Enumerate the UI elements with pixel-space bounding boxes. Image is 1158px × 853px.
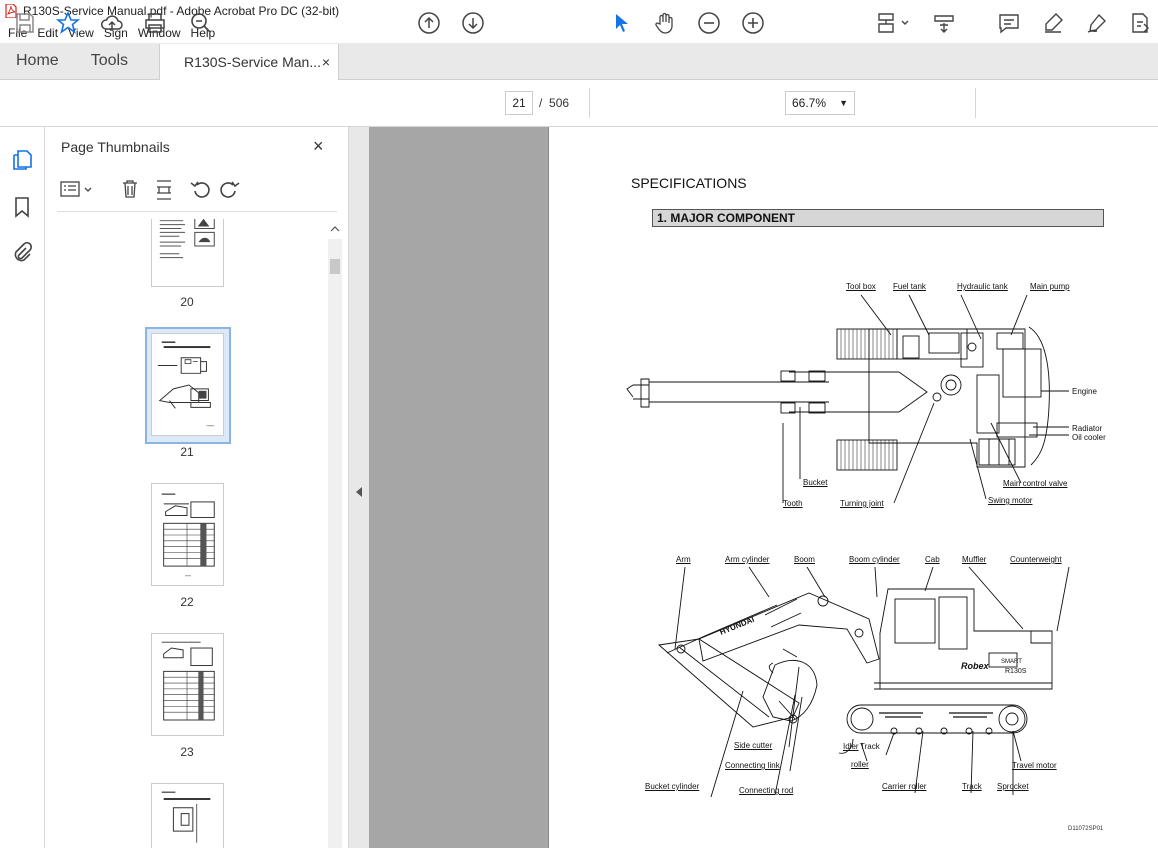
thumbnail-page-22[interactable] — [151, 483, 224, 586]
close-tab-icon[interactable]: × — [322, 54, 330, 70]
label-side-cutter: Side cutter — [734, 741, 773, 750]
menu-edit[interactable]: Edit — [37, 26, 58, 40]
label-boom-cylinder: Boom cylinder — [849, 555, 900, 564]
label-arm: Arm — [676, 555, 691, 564]
top-view-drawing — [626, 294, 1069, 504]
label-idler: Idler — [843, 742, 859, 751]
highlight-pen-icon[interactable] — [1041, 11, 1065, 35]
scroll-mode-icon[interactable] — [932, 11, 956, 35]
attachments-icon[interactable] — [11, 241, 33, 264]
close-panel-icon[interactable]: × — [313, 136, 324, 157]
tab-tools[interactable]: Tools — [75, 43, 144, 79]
label-boom: Boom — [794, 555, 815, 564]
main-toolbar — [0, 80, 1158, 127]
label-counterweight: Counterweight — [1010, 555, 1062, 564]
label-swing-motor: Swing motor — [988, 496, 1033, 505]
thumbnail-label: 21 — [180, 445, 194, 459]
label-track-roller-2: roller — [851, 760, 869, 769]
label-track: Track — [962, 782, 982, 791]
chevron-down-icon: ▼ — [839, 98, 848, 108]
page-thumbnails-icon[interactable] — [11, 149, 33, 171]
comment-icon[interactable] — [997, 11, 1021, 35]
svg-text:Robex: Robex — [961, 661, 990, 671]
menu-bar: File Edit View Sign Window Help — [0, 22, 1158, 43]
thumbnail-options-icon[interactable] — [57, 177, 337, 203]
zoom-out-icon[interactable] — [697, 11, 721, 35]
label-hydraulic-tank: Hydraulic tank — [957, 282, 1008, 291]
title-bar: R130S-Service Manual.pdf - Adobe Acrobat… — [0, 0, 1158, 22]
thumbnail-scrollbar[interactable] — [328, 219, 342, 848]
label-radiator: Radiator — [1072, 424, 1103, 433]
label-arm-cylinder: Arm cylinder — [725, 555, 770, 564]
zoom-level-select[interactable]: 66.7% ▼ — [785, 91, 855, 115]
panel-collapse-gutter[interactable] — [349, 127, 369, 848]
panel-toolbar — [57, 177, 337, 203]
fit-page-icon[interactable] — [876, 11, 912, 35]
label-oil-cooler: Oil cooler — [1072, 433, 1106, 442]
edit-pdf-icon[interactable] — [1128, 11, 1152, 35]
next-page-icon[interactable] — [461, 11, 485, 35]
previous-page-icon[interactable] — [417, 11, 441, 35]
label-travel-motor: Travel motor — [1012, 761, 1057, 770]
label-track-roller: Track — [860, 742, 880, 751]
label-fuel-tank: Fuel tank — [893, 282, 926, 291]
label-engine: Engine — [1072, 387, 1097, 396]
print-icon[interactable] — [143, 11, 167, 35]
thumbnail-page-21[interactable] — [151, 333, 224, 436]
label-connecting-link: Connecting link — [725, 761, 780, 770]
label-bucket-cylinder: Bucket cylinder — [645, 782, 700, 791]
save-icon[interactable] — [13, 11, 37, 35]
machine-markings: HYUNDAI Robex SMART R130S — [718, 615, 1026, 675]
zoom-in-icon[interactable] — [741, 11, 765, 35]
page-number-input[interactable]: 21 — [505, 91, 533, 115]
thumbnails-panel: Page Thumbnails × 20 21 22 23 — [45, 127, 349, 848]
cloud-upload-icon[interactable] — [100, 11, 124, 35]
svg-text:SMART: SMART — [1001, 659, 1022, 665]
pdf-page: SPECIFICATIONS 1. MAJOR COMPONENT HYUNDA… — [548, 127, 1158, 848]
thumbnail-page-24[interactable] — [151, 783, 224, 848]
label-main-control-valve: Main control valve — [1003, 479, 1068, 488]
toolbar-divider — [589, 88, 590, 118]
label-bucket: Bucket — [803, 478, 828, 487]
select-cursor-icon[interactable] — [610, 11, 634, 35]
thumbnail-list: 20 21 22 23 — [45, 219, 335, 848]
thumbnail-label: 20 — [180, 295, 194, 309]
thumbnail-label: 23 — [180, 745, 194, 759]
panel-divider — [57, 211, 337, 212]
document-tab-label: R130S-Service Man... — [184, 54, 321, 70]
navigation-rail — [0, 127, 45, 848]
page-total: / 506 — [539, 96, 570, 110]
thumbnail-page-20[interactable] — [151, 219, 224, 287]
sign-pen-icon[interactable] — [1085, 11, 1109, 35]
label-carrier-roller: Carrier roller — [882, 782, 927, 791]
svg-text:R130S: R130S — [1005, 668, 1027, 675]
label-sprocket: Sprocket — [997, 782, 1029, 791]
star-icon[interactable] — [55, 10, 81, 35]
toolbar-divider — [975, 88, 976, 118]
label-muffler: Muffler — [962, 555, 987, 564]
collapse-panel-icon[interactable] — [349, 127, 369, 848]
tab-bar: Home Tools R130S-Service Man... × — [0, 43, 1158, 80]
label-tool-box: Tool box — [846, 282, 876, 291]
tab-document[interactable]: R130S-Service Man... × — [159, 44, 340, 80]
svg-text:HYUNDAI: HYUNDAI — [718, 615, 755, 637]
panel-title: Page Thumbnails — [61, 139, 170, 155]
bookmarks-icon[interactable] — [11, 196, 33, 218]
label-tooth: Tooth — [783, 499, 803, 508]
label-main-pump: Main pump — [1030, 282, 1070, 291]
tab-home[interactable]: Home — [0, 43, 75, 79]
zoom-search-icon[interactable] — [189, 11, 213, 35]
label-connecting-rod: Connecting rod — [739, 786, 794, 795]
figure-code: D11072SP01 — [1068, 826, 1104, 832]
label-cab: Cab — [925, 555, 940, 564]
thumbnail-page-23[interactable] — [151, 633, 224, 736]
thumbnail-label: 22 — [180, 595, 194, 609]
label-turning-joint: Turning joint — [840, 499, 884, 508]
hand-tool-icon[interactable] — [653, 11, 677, 35]
